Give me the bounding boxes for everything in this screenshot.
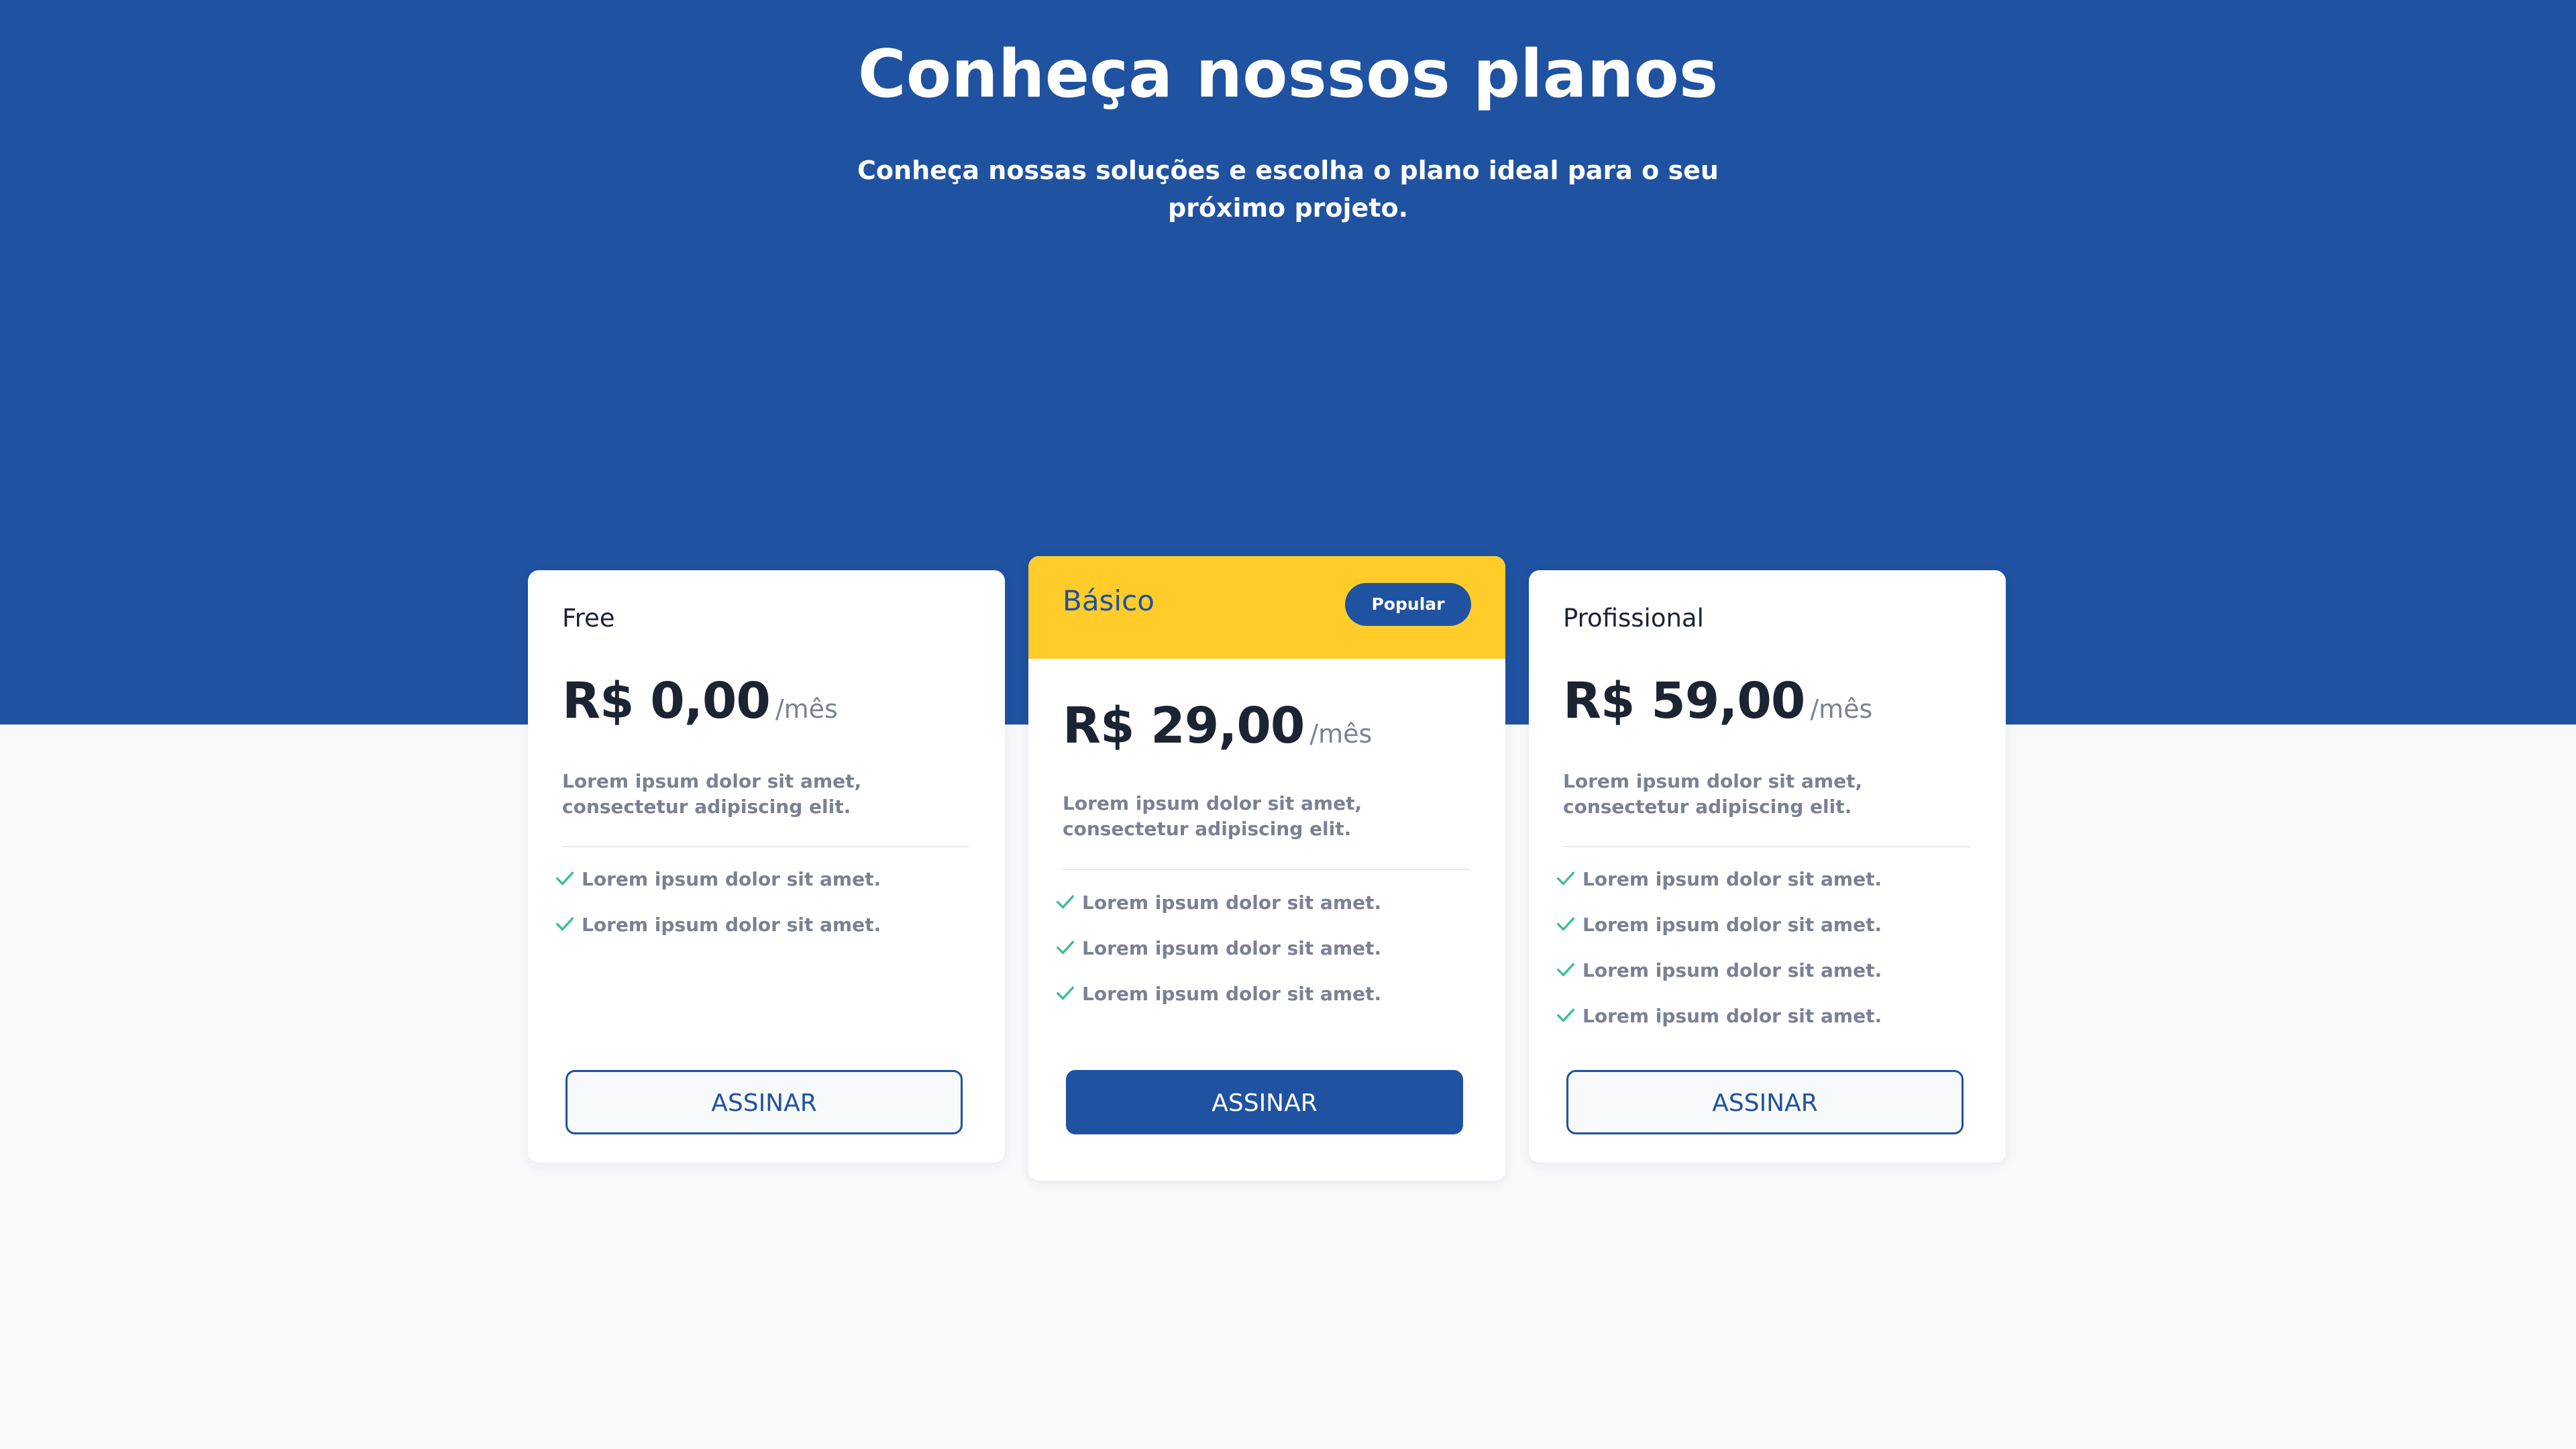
check-icon [555, 871, 574, 885]
feature-text: Lorem ipsum dolor sit amet. [1582, 914, 1882, 936]
plan-card-professional: Profissional R$ 59,00/mês Lorem ipsum do… [1529, 570, 2006, 1163]
feature-text: Lorem ipsum dolor sit amet. [1582, 959, 1882, 981]
check-icon [1556, 1008, 1575, 1022]
plan-card-free: Free R$ 0,00/mês Lorem ipsum dolor sit a… [528, 570, 1005, 1163]
plan-price: R$ 0,00 [562, 672, 771, 730]
plan-description: Lorem ipsum dolor sit amet, consectetur … [562, 770, 862, 818]
plan-description: Lorem ipsum dolor sit amet, consectetur … [1063, 792, 1362, 840]
feature-text: Lorem ipsum dolor sit amet. [1582, 1005, 1882, 1027]
plan-price-row: R$ 59,00/mês [1563, 672, 1872, 730]
page-subtitle: Conheça nossas soluções e escolha o plan… [857, 156, 1719, 223]
subscribe-button-professional[interactable]: ASSINAR [1566, 1070, 1964, 1134]
check-icon [1056, 895, 1075, 909]
plan-price-row: R$ 0,00/mês [562, 672, 838, 730]
divider [1063, 869, 1469, 870]
divider [1563, 846, 1970, 847]
check-icon [1556, 871, 1575, 885]
check-icon [1556, 917, 1575, 931]
plan-period: /mês [1309, 719, 1373, 749]
plan-name: Básico [1063, 584, 1155, 617]
feature-text: Lorem ipsum dolor sit amet. [1082, 892, 1382, 914]
subscribe-button-basic[interactable]: ASSINAR [1066, 1070, 1463, 1134]
popular-badge: Popular [1345, 583, 1471, 626]
feature-text: Lorem ipsum dolor sit amet. [582, 868, 881, 890]
plan-card-basic: Básico Popular R$ 29,00/mês Lorem ipsum … [1028, 556, 1505, 1181]
feature-text: Lorem ipsum dolor sit amet. [1082, 983, 1382, 1005]
plan-period: /mês [775, 694, 838, 724]
plan-period: /mês [1810, 694, 1873, 724]
plan-header: Básico Popular [1028, 556, 1505, 659]
check-icon [1556, 963, 1575, 977]
plan-price: R$ 29,00 [1063, 697, 1305, 755]
check-icon [1056, 986, 1075, 1000]
check-icon [1056, 941, 1075, 955]
plan-price: R$ 59,00 [1563, 672, 1805, 730]
plan-price-row: R$ 29,00/mês [1063, 697, 1372, 755]
plan-name: Free [562, 604, 615, 633]
check-icon [555, 917, 574, 931]
feature-text: Lorem ipsum dolor sit amet. [582, 914, 881, 936]
feature-text: Lorem ipsum dolor sit amet. [1082, 937, 1382, 959]
divider [562, 846, 969, 847]
plan-name: Profissional [1563, 604, 1704, 633]
feature-text: Lorem ipsum dolor sit amet. [1582, 868, 1882, 890]
plan-description: Lorem ipsum dolor sit amet, consectetur … [1563, 770, 1863, 818]
page-title: Conheça nossos planos [857, 36, 1719, 113]
subscribe-button-free[interactable]: ASSINAR [566, 1070, 963, 1134]
